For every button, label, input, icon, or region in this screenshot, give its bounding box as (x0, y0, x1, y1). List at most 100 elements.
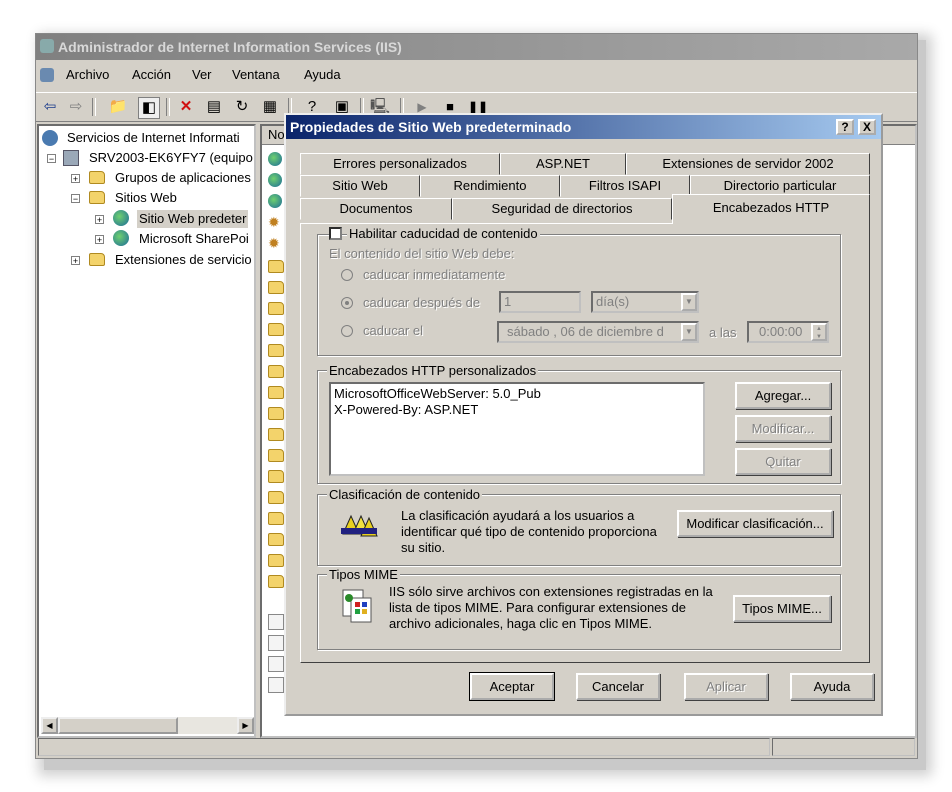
globe-icon (268, 152, 282, 166)
list-item[interactable]: X-Powered-By: ASP.NET (334, 402, 700, 418)
export-list-icon[interactable]: ▦ (260, 97, 280, 117)
globe-icon (113, 210, 129, 226)
at-label: a las (709, 325, 737, 340)
tree-item-server[interactable]: SRV2003-EK6YFY7 (equipo (89, 149, 253, 167)
edit-rating-button[interactable]: Modificar clasificación... (677, 510, 833, 537)
enable-expiration-checkbox[interactable] (329, 227, 342, 240)
expand-icon[interactable]: + (95, 215, 104, 225)
menu-ayuda[interactable]: Ayuda (304, 62, 341, 88)
forward-arrow-icon[interactable]: ⇨ (66, 97, 86, 117)
expire-after-radio[interactable] (341, 297, 353, 309)
tab-documents[interactable]: Documentos (300, 198, 452, 220)
globe-icon (268, 173, 282, 187)
expire-unit-select[interactable]: día(s) ▼ (591, 291, 699, 313)
status-panel (772, 738, 915, 756)
close-caption-button[interactable]: X (858, 119, 876, 135)
cancel-button[interactable]: Cancelar (576, 673, 660, 700)
mmc-icon (40, 68, 54, 82)
menu-archivo[interactable]: Archivo (66, 62, 109, 88)
list-item[interactable]: MicrosoftOfficeWebServer: 5.0_Pub (334, 386, 700, 402)
tab-web-site[interactable]: Sitio Web (300, 175, 420, 197)
tree-item-default-site[interactable]: Sitio Web predeter (137, 210, 249, 228)
tree-item-extensions[interactable]: Extensiones de servicio (115, 251, 252, 269)
collapse-icon[interactable]: − (47, 154, 56, 164)
expire-on-label: caducar el (363, 323, 423, 338)
edit-header-button[interactable]: Modificar... (735, 415, 831, 442)
spinner-icon[interactable]: ▲ ▼ (811, 323, 827, 341)
content-rating-label: Clasificación de contenido (327, 487, 483, 502)
custom-headers-list[interactable]: MicrosoftOfficeWebServer: 5.0_Pub X-Powe… (329, 382, 705, 476)
tab-http-headers[interactable]: Encabezados HTTP (672, 194, 870, 224)
tab-aspnet[interactable]: ASP.NET (500, 153, 626, 175)
window-title: Administrador de Internet Information Se… (58, 39, 402, 55)
mime-types-button[interactable]: Tipos MIME... (733, 595, 831, 622)
tree-item-sharepoint[interactable]: Microsoft SharePoi (139, 230, 249, 248)
tree-item-iis[interactable]: Servicios de Internet Informati (67, 129, 240, 147)
globe-icon (113, 230, 129, 246)
toolbar-separator (166, 98, 170, 116)
chevron-down-icon[interactable]: ▼ (681, 323, 697, 341)
show-tree-icon[interactable]: ◧ (138, 97, 160, 119)
folder-icon (268, 323, 284, 336)
tree-item-app-pools[interactable]: Grupos de aplicaciones (115, 169, 251, 187)
tab-custom-errors[interactable]: Errores personalizados (300, 153, 500, 175)
refresh-icon[interactable]: ↻ (232, 97, 252, 117)
dialog-title-bar[interactable]: Propiedades de Sitio Web predeterminado … (286, 115, 881, 139)
folder-icon (89, 253, 105, 266)
ratings-icon (341, 514, 378, 537)
expand-icon[interactable]: + (71, 256, 80, 266)
collapse-icon[interactable]: − (71, 194, 80, 204)
folder-icon (268, 428, 284, 441)
up-folder-icon[interactable]: 📁 (108, 97, 128, 117)
title-bar[interactable]: Administrador de Internet Information Se… (36, 34, 917, 60)
tab-isapi-filters[interactable]: Filtros ISAPI (560, 175, 690, 197)
add-header-button[interactable]: Agregar... (735, 382, 831, 409)
remove-header-button[interactable]: Quitar (735, 448, 831, 475)
scroll-thumb[interactable] (58, 717, 178, 734)
column-name-label: No (268, 127, 285, 142)
scroll-right-icon[interactable]: ▶ (237, 717, 254, 734)
expire-immediately-radio[interactable] (341, 269, 353, 281)
http-headers-page: Habilitar caducidad de contenido El cont… (300, 223, 870, 663)
help-caption-button[interactable]: ? (836, 119, 854, 135)
tree-item-web-sites[interactable]: Sitios Web (115, 189, 177, 207)
expire-time-input[interactable]: 0:00:00 ▲ ▼ (747, 321, 829, 343)
tree-pane[interactable]: Servicios de Internet Informati − SRV200… (37, 124, 256, 738)
expiration-caption: El contenido del sitio Web debe: (329, 246, 515, 261)
iis-icon (42, 130, 58, 146)
menu-accion[interactable]: Acción (132, 62, 171, 88)
custom-headers-label: Encabezados HTTP personalizados (327, 363, 539, 378)
tab-performance[interactable]: Rendimiento (420, 175, 560, 197)
tab-directory-security[interactable]: Seguridad de directorios (452, 198, 672, 220)
folder-icon (89, 171, 105, 184)
chevron-down-icon[interactable]: ▼ (681, 293, 697, 311)
dialog-title: Propiedades de Sitio Web predeterminado (290, 119, 572, 135)
ok-button[interactable]: Aceptar (469, 672, 555, 701)
enable-expiration-label[interactable]: Habilitar caducidad de contenido (347, 226, 540, 241)
document-icon (268, 635, 284, 651)
expire-on-radio[interactable] (341, 325, 353, 337)
gear-icon: ✹ (268, 214, 280, 230)
expire-after-input[interactable]: 1 (499, 291, 581, 313)
expire-date-picker[interactable]: sábado , 06 de diciembre d ▼ (497, 321, 699, 343)
apply-button[interactable]: Aplicar (684, 673, 768, 700)
tab-server-extensions[interactable]: Extensiones de servidor 2002 (626, 153, 870, 175)
expand-icon[interactable]: + (95, 235, 104, 245)
expire-immediately-label: caducar inmediatamente (363, 267, 506, 282)
mime-types-icon (342, 589, 372, 623)
document-icon (268, 614, 284, 630)
folder-open-icon (89, 191, 105, 204)
expand-icon[interactable]: + (71, 174, 80, 184)
mime-types-label: Tipos MIME (327, 567, 400, 582)
menu-ver[interactable]: Ver (192, 62, 212, 88)
scroll-left-icon[interactable]: ◀ (41, 717, 58, 734)
expire-time-value: 0:00:00 (759, 324, 803, 339)
tree-horizontal-scrollbar[interactable]: ◀ ▶ (41, 717, 254, 734)
folder-icon (268, 533, 284, 546)
help-button[interactable]: Ayuda (790, 673, 874, 700)
properties-icon[interactable]: ▤ (204, 97, 224, 117)
delete-icon[interactable]: ✕ (176, 97, 196, 117)
menu-ventana[interactable]: Ventana (232, 62, 280, 88)
iis-app-icon (40, 39, 54, 53)
back-arrow-icon[interactable]: ⇦ (40, 97, 60, 117)
